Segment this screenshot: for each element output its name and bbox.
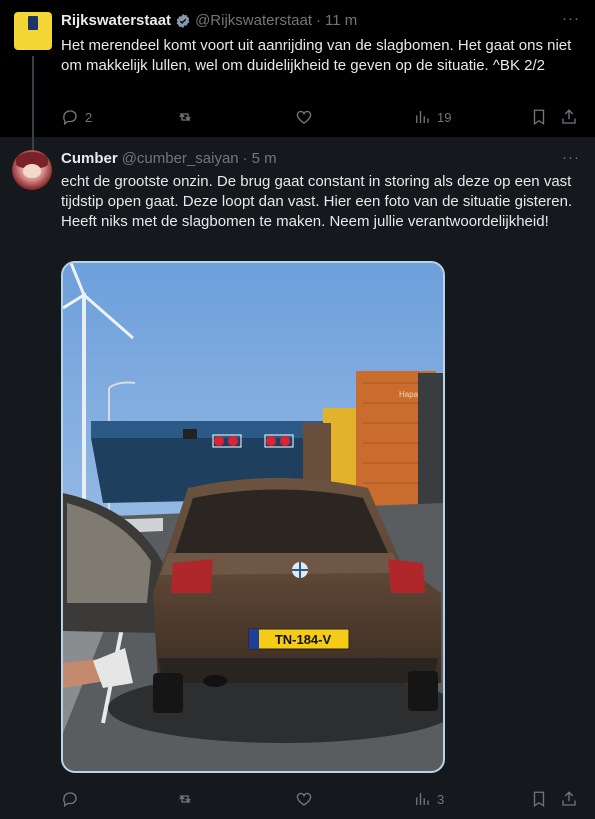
avatar[interactable]: [14, 12, 52, 50]
repost-button[interactable]: [176, 787, 194, 811]
logo-emblem: [28, 16, 38, 30]
verified-badge-icon: [175, 13, 191, 29]
avatar[interactable]: [12, 150, 52, 190]
author-handle[interactable]: @cumber_saiyan: [122, 150, 239, 167]
reply-button[interactable]: 2: [61, 105, 92, 129]
repost-icon: [179, 795, 191, 803]
reply-button[interactable]: [61, 787, 79, 811]
tweet-header: Cumber @cumber_saiyan · 5 m: [61, 150, 277, 167]
like-button[interactable]: [295, 105, 313, 129]
views-icon: [416, 793, 429, 805]
timestamp[interactable]: 11 m: [325, 12, 357, 29]
views-icon: [416, 111, 429, 123]
bookmark-button[interactable]: [530, 787, 548, 811]
action-bar: 2 19: [0, 105, 595, 129]
bookmark-icon: [533, 109, 545, 126]
avatar-face: [23, 164, 41, 178]
author-handle[interactable]: @Rijkswaterstaat: [195, 12, 312, 29]
reply-icon: [63, 792, 77, 808]
reply-icon: [63, 110, 77, 126]
separator-dot: ·: [316, 12, 321, 29]
share-button[interactable]: [560, 787, 578, 811]
tweet-text: echt de grootste onzin. De brug gaat con…: [61, 173, 573, 230]
timestamp[interactable]: 5 m: [252, 150, 277, 167]
author-name[interactable]: Rijkswaterstaat: [61, 12, 171, 29]
tweet-text: Het merendeel komt voort uit aanrijding …: [61, 37, 572, 74]
share-icon: [562, 791, 576, 806]
reply-count: 2: [85, 109, 93, 125]
more-icon[interactable]: ···: [562, 149, 580, 166]
license-plate: TN-184-V: [275, 632, 332, 647]
repost-icon: [179, 113, 191, 121]
repost-button[interactable]: [176, 105, 194, 129]
views-button[interactable]: 3: [413, 787, 444, 811]
thread-line: [32, 56, 34, 156]
action-bar: 3: [0, 787, 595, 811]
author-name[interactable]: Cumber: [61, 150, 118, 167]
tweet-photo[interactable]: Hapag-Lloyd TN-184-V: [61, 261, 445, 773]
tweet-rijkswaterstaat[interactable]: Rijkswaterstaat @Rijkswaterstaat · 11 m …: [0, 0, 595, 137]
like-icon: [296, 792, 312, 806]
bookmark-icon: [533, 791, 545, 808]
share-icon: [562, 109, 576, 124]
views-button[interactable]: 19: [413, 105, 451, 129]
share-button[interactable]: [560, 105, 578, 129]
bridge-car-photo: Hapag-Lloyd TN-184-V: [63, 263, 443, 771]
separator-dot: ·: [242, 150, 248, 167]
bookmark-button[interactable]: [530, 105, 548, 129]
like-icon: [296, 110, 312, 124]
more-icon[interactable]: ···: [562, 10, 580, 27]
tweet-header: Rijkswaterstaat @Rijkswaterstaat · 11 m: [61, 12, 357, 29]
like-button[interactable]: [295, 787, 313, 811]
views-count: 19: [437, 109, 452, 125]
views-count: 3: [437, 791, 445, 807]
